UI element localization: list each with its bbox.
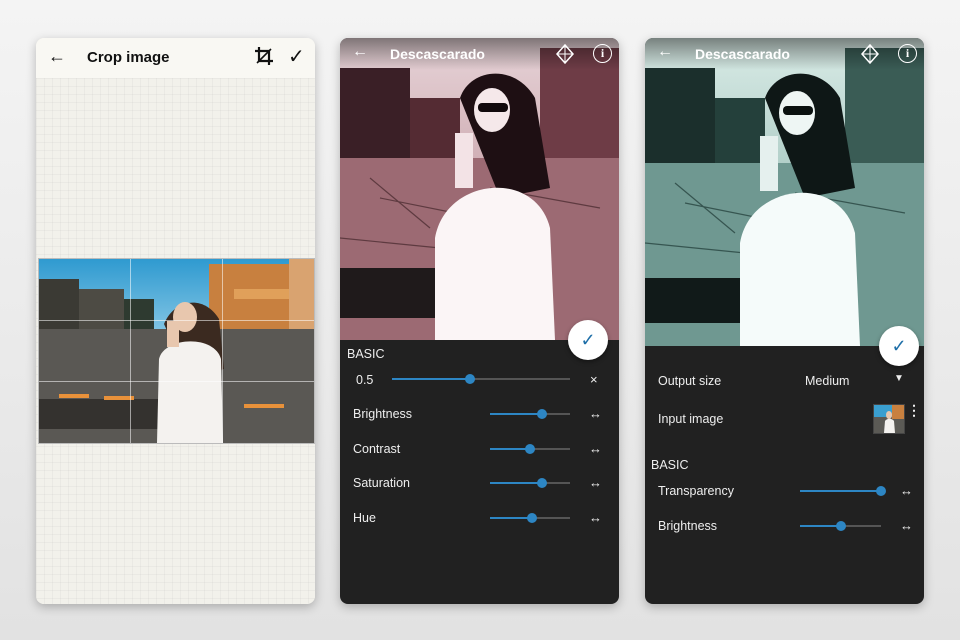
slider-label-transparency: Transparency bbox=[658, 484, 734, 498]
slider-brightness[interactable] bbox=[490, 409, 570, 419]
filtered-photo bbox=[340, 38, 619, 340]
slider-contrast[interactable] bbox=[490, 443, 570, 454]
dropdown-arrow-icon[interactable]: ▼ bbox=[894, 373, 904, 384]
slider-fill bbox=[800, 525, 841, 527]
basic-section-label: BASIC bbox=[651, 458, 689, 472]
diamond-icon[interactable] bbox=[861, 44, 879, 64]
slider-knob[interactable] bbox=[537, 478, 547, 488]
sketch-photo-image bbox=[340, 38, 619, 340]
output-size-select[interactable]: Medium bbox=[805, 374, 849, 388]
slider-knob[interactable] bbox=[835, 521, 846, 531]
crop-screen: ← Crop image ✓ bbox=[36, 38, 315, 604]
slider-label-saturation: Saturation bbox=[353, 476, 410, 490]
filter-header: ← Descascarado i bbox=[645, 38, 924, 70]
slider-label-brightness: Brightness bbox=[658, 519, 718, 533]
crop-photo[interactable] bbox=[38, 258, 315, 444]
slider-knob[interactable] bbox=[537, 409, 547, 419]
filter-title: Descascarado bbox=[390, 46, 485, 62]
slider-fill bbox=[490, 447, 530, 450]
grid-line bbox=[222, 259, 223, 443]
reset-arrows-icon[interactable]: ↔ bbox=[900, 483, 913, 498]
intensity-value: 0.5 bbox=[356, 373, 374, 387]
back-arrow-icon[interactable]: ← bbox=[48, 46, 66, 67]
reset-arrows-icon[interactable]: ↔ bbox=[900, 518, 913, 533]
slider-label-hue: Hue bbox=[353, 510, 376, 525]
info-icon[interactable]: i bbox=[593, 44, 612, 63]
slider-label-brightness: Brightness bbox=[353, 407, 413, 421]
slider-knob[interactable] bbox=[465, 374, 476, 384]
filtered-photo bbox=[645, 38, 924, 346]
filter-header: ← Descascarado i bbox=[340, 38, 619, 70]
diamond-icon[interactable] bbox=[556, 44, 574, 64]
slider-knob[interactable] bbox=[527, 512, 538, 523]
slider-transparency[interactable] bbox=[800, 486, 886, 496]
close-icon[interactable]: × bbox=[590, 372, 598, 387]
slider-fill bbox=[392, 378, 471, 380]
crop-icon[interactable] bbox=[254, 46, 274, 66]
slider-hue[interactable] bbox=[490, 512, 570, 523]
slider-label-contrast: Contrast bbox=[353, 441, 401, 456]
input-image-thumbnail[interactable] bbox=[873, 404, 905, 434]
intensity-slider[interactable] bbox=[392, 374, 570, 384]
basic-section-label: BASIC bbox=[347, 347, 385, 361]
reset-arrows-icon[interactable]: ↔ bbox=[589, 510, 602, 525]
slider-fill bbox=[490, 413, 542, 415]
back-arrow-icon[interactable]: ← bbox=[657, 43, 673, 61]
output-screen: ← Descascarado i ✓ Output size Medium ▼ … bbox=[645, 38, 924, 604]
grid-line bbox=[39, 320, 314, 321]
input-image-label: Input image bbox=[658, 412, 724, 426]
slider-brightness[interactable] bbox=[800, 521, 881, 531]
slider-knob[interactable] bbox=[525, 443, 535, 454]
info-icon[interactable]: i bbox=[898, 44, 917, 63]
back-arrow-icon[interactable]: ← bbox=[352, 43, 368, 61]
filter-title: Descascarado bbox=[695, 46, 790, 62]
reset-arrows-icon[interactable]: ↔ bbox=[589, 441, 602, 456]
grid-line bbox=[39, 381, 314, 382]
slider-fill bbox=[800, 490, 881, 492]
filter-screen: ← Descascarado i ✓ BASIC 0.5 × Brightnes… bbox=[340, 38, 619, 604]
output-size-label: Output size bbox=[658, 374, 722, 388]
street-photo-image bbox=[39, 259, 314, 443]
crop-toolbar: ← Crop image ✓ bbox=[36, 38, 315, 78]
grid-line bbox=[130, 259, 131, 443]
page-title: Crop image bbox=[87, 49, 170, 66]
slider-fill bbox=[490, 482, 542, 484]
slider-knob[interactable] bbox=[876, 486, 886, 496]
sketch-photo-image bbox=[645, 38, 924, 346]
confirm-check-icon[interactable]: ✓ bbox=[288, 44, 305, 69]
slider-saturation[interactable] bbox=[490, 478, 570, 488]
more-vert-icon[interactable]: ⋮ bbox=[907, 403, 921, 417]
apply-button[interactable]: ✓ bbox=[879, 326, 919, 366]
crop-canvas bbox=[36, 78, 315, 604]
apply-button[interactable]: ✓ bbox=[568, 320, 608, 360]
slider-fill bbox=[490, 516, 533, 519]
reset-arrows-icon[interactable]: ↔ bbox=[589, 475, 602, 490]
reset-arrows-icon[interactable]: ↔ bbox=[589, 406, 602, 421]
